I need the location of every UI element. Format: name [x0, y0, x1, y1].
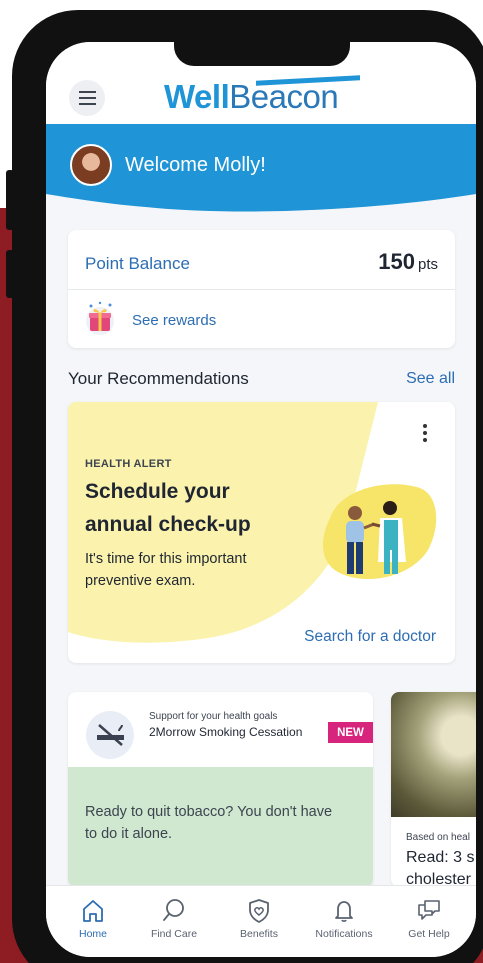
program-subtitle: Support for your health goals [149, 711, 278, 722]
phone-screen: WellBeacon Welcome Molly! Point Balance … [46, 42, 476, 957]
bottom-tab-bar: Home Find Care Benefits Notifications Ge… [46, 885, 476, 957]
phone-side-button [6, 170, 14, 230]
no-smoking-icon [86, 711, 134, 759]
see-all-link[interactable]: See all [406, 370, 455, 388]
search-icon [163, 899, 184, 921]
wellbeacon-logo: WellBeacon [164, 75, 360, 116]
phone-notch [174, 42, 350, 66]
health-alert-title: Schedule your annual check-up [85, 480, 251, 536]
tab-label: Notifications [315, 928, 373, 940]
menu-button[interactable] [69, 80, 105, 116]
point-balance-card: Point Balance 150 pts See rewards [68, 230, 455, 348]
tab-label: Find Care [150, 928, 198, 940]
health-alert-card[interactable]: HEALTH ALERT Schedule your annual check-… [68, 402, 455, 663]
avatar[interactable] [70, 144, 112, 186]
tab-find-care[interactable]: Find Care [131, 886, 217, 957]
tab-get-help[interactable]: Get Help [386, 886, 472, 957]
logo-bold-text: Well [164, 78, 230, 115]
hamburger-icon [78, 97, 96, 99]
article-subtitle: Based on heal [406, 832, 470, 843]
point-balance-label: Point Balance [85, 254, 190, 273]
article-title-line: Read: 3 s [406, 849, 475, 866]
article-photo [391, 692, 476, 817]
welcome-greeting: Welcome Molly! [125, 154, 266, 176]
see-rewards-link[interactable]: See rewards [132, 312, 216, 329]
health-alert-tag: HEALTH ALERT [85, 458, 172, 470]
program-body: Ready to quit tobacco? You don't have to… [85, 804, 333, 842]
more-options-icon[interactable] [423, 424, 427, 428]
health-alert-body: It's time for this important preventive … [85, 551, 247, 589]
chat-icon [418, 900, 440, 920]
smoking-cessation-card[interactable]: Support for your health goals 2Morrow Sm… [68, 692, 373, 887]
new-badge: NEW [328, 722, 373, 743]
phone-frame: WellBeacon Welcome Molly! Point Balance … [6, 10, 483, 963]
point-balance-value: 150 pts [378, 249, 438, 275]
tab-benefits[interactable]: Benefits [216, 886, 302, 957]
home-icon [83, 900, 103, 922]
divider [68, 289, 455, 290]
gift-icon [86, 301, 114, 335]
tab-notifications[interactable]: Notifications [301, 886, 387, 957]
recommendations-title: Your Recommendations [68, 369, 249, 388]
search-doctor-link[interactable]: Search for a doctor [304, 628, 436, 646]
tab-label: Benefits [240, 928, 278, 940]
phone-side-button [6, 250, 14, 298]
points-unit: pts [417, 256, 438, 273]
doctor-patient-illustration [322, 484, 437, 580]
bell-icon [335, 901, 353, 922]
article-title: Read: 3 s cholester [406, 847, 476, 887]
tab-label: Get Help [408, 928, 450, 940]
cholesterol-article-card[interactable]: Based on heal Read: 3 s cholester [391, 692, 476, 887]
tab-label: Home [78, 928, 107, 940]
program-name: 2Morrow Smoking Cessation [149, 725, 303, 739]
shield-heart-icon [249, 899, 269, 923]
points-number: 150 [378, 249, 415, 274]
tab-home[interactable]: Home [50, 886, 136, 957]
